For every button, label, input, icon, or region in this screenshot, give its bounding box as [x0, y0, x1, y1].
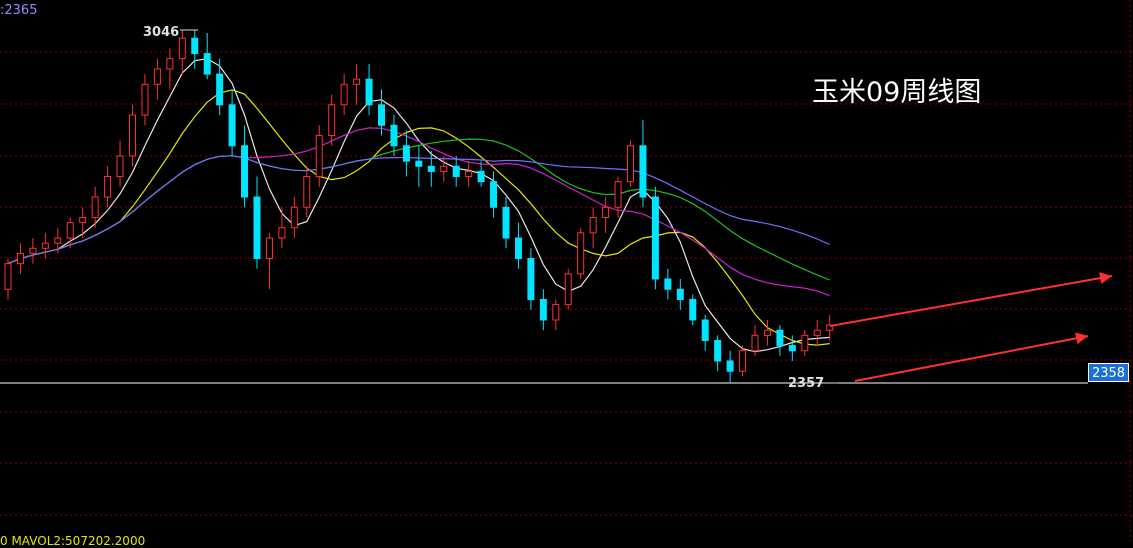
- candle-down: [253, 196, 261, 260]
- candle-up: [54, 237, 62, 244]
- candle-up: [303, 176, 311, 208]
- last-price-tag: 2358: [1088, 363, 1129, 382]
- candle-down: [514, 237, 522, 260]
- candle-up: [66, 222, 74, 239]
- candle-up: [602, 206, 610, 219]
- candle-up: [801, 334, 809, 352]
- lower-trend-arrow: [854, 335, 1089, 382]
- candle-up: [614, 181, 622, 208]
- candle-down: [539, 298, 547, 321]
- candle-up: [751, 334, 759, 352]
- candle-up: [577, 232, 585, 275]
- candle-up: [141, 83, 149, 116]
- candle-down: [402, 145, 410, 162]
- candle-down: [502, 206, 510, 239]
- candle-up: [265, 237, 273, 260]
- candle-up: [29, 247, 37, 254]
- candle-up: [16, 252, 24, 265]
- candle-down: [427, 165, 435, 172]
- candles: [4, 30, 834, 383]
- candle-up: [278, 227, 286, 239]
- candle-up: [104, 176, 112, 198]
- candle-down: [228, 104, 236, 147]
- candle-down: [726, 360, 734, 372]
- candle-down: [639, 145, 647, 198]
- trend-channel: [829, 272, 1113, 382]
- candle-up: [116, 155, 124, 178]
- candle-down: [415, 160, 423, 167]
- candle-up: [41, 242, 49, 249]
- candle-down: [651, 196, 659, 280]
- volume-readout: 0 MAVOL2:507202.2000: [0, 534, 146, 548]
- candle-up: [564, 273, 572, 306]
- candle-up: [166, 58, 174, 70]
- candle-down: [365, 78, 373, 106]
- chart-title: 玉米09周线图: [812, 77, 982, 108]
- upper-trend-arrow: [829, 275, 1113, 327]
- candle-down: [788, 345, 796, 352]
- candle-up: [290, 206, 298, 229]
- low-label: 2357: [788, 376, 824, 391]
- moving-average-lines: [7, 58, 830, 353]
- candle-up: [4, 263, 12, 290]
- candle-up: [552, 304, 560, 321]
- candle-up: [353, 78, 361, 85]
- annotations: 3046 2357: [143, 25, 838, 391]
- candle-down: [452, 165, 460, 178]
- high-label: 3046: [143, 25, 179, 40]
- candle-up: [91, 196, 99, 219]
- candle-down: [390, 124, 398, 147]
- ma5-line: [7, 58, 830, 353]
- candle-down: [714, 339, 722, 362]
- upper-trend-arrow-head: [1099, 272, 1112, 285]
- candle-down: [664, 278, 672, 290]
- candle-up: [440, 165, 448, 172]
- candle-up: [465, 170, 473, 178]
- candle-up: [627, 145, 634, 183]
- candle-up: [739, 350, 747, 372]
- candle-up: [813, 329, 821, 336]
- candle-up: [153, 68, 161, 85]
- candle-up: [79, 217, 87, 224]
- candle-down: [689, 298, 697, 321]
- candle-down: [676, 288, 684, 300]
- candle-down: [490, 181, 498, 208]
- candle-up: [178, 37, 186, 60]
- candle-down: [191, 37, 199, 55]
- indicator-readout: :2365: [0, 3, 38, 18]
- candle-down: [378, 104, 385, 126]
- candle-down: [776, 329, 784, 347]
- candle-down: [203, 53, 211, 75]
- candle-up: [129, 114, 136, 157]
- candle-down: [216, 73, 224, 106]
- candle-up: [589, 217, 597, 234]
- candle-down: [701, 319, 709, 341]
- candle-up: [315, 135, 323, 178]
- candle-up: [328, 104, 336, 137]
- candle-down: [527, 258, 535, 300]
- lower-trend-arrow-head: [1075, 332, 1088, 345]
- candle-down: [477, 170, 485, 183]
- candle-up: [340, 83, 348, 106]
- candle-up: [763, 329, 771, 336]
- candle-down: [241, 145, 249, 198]
